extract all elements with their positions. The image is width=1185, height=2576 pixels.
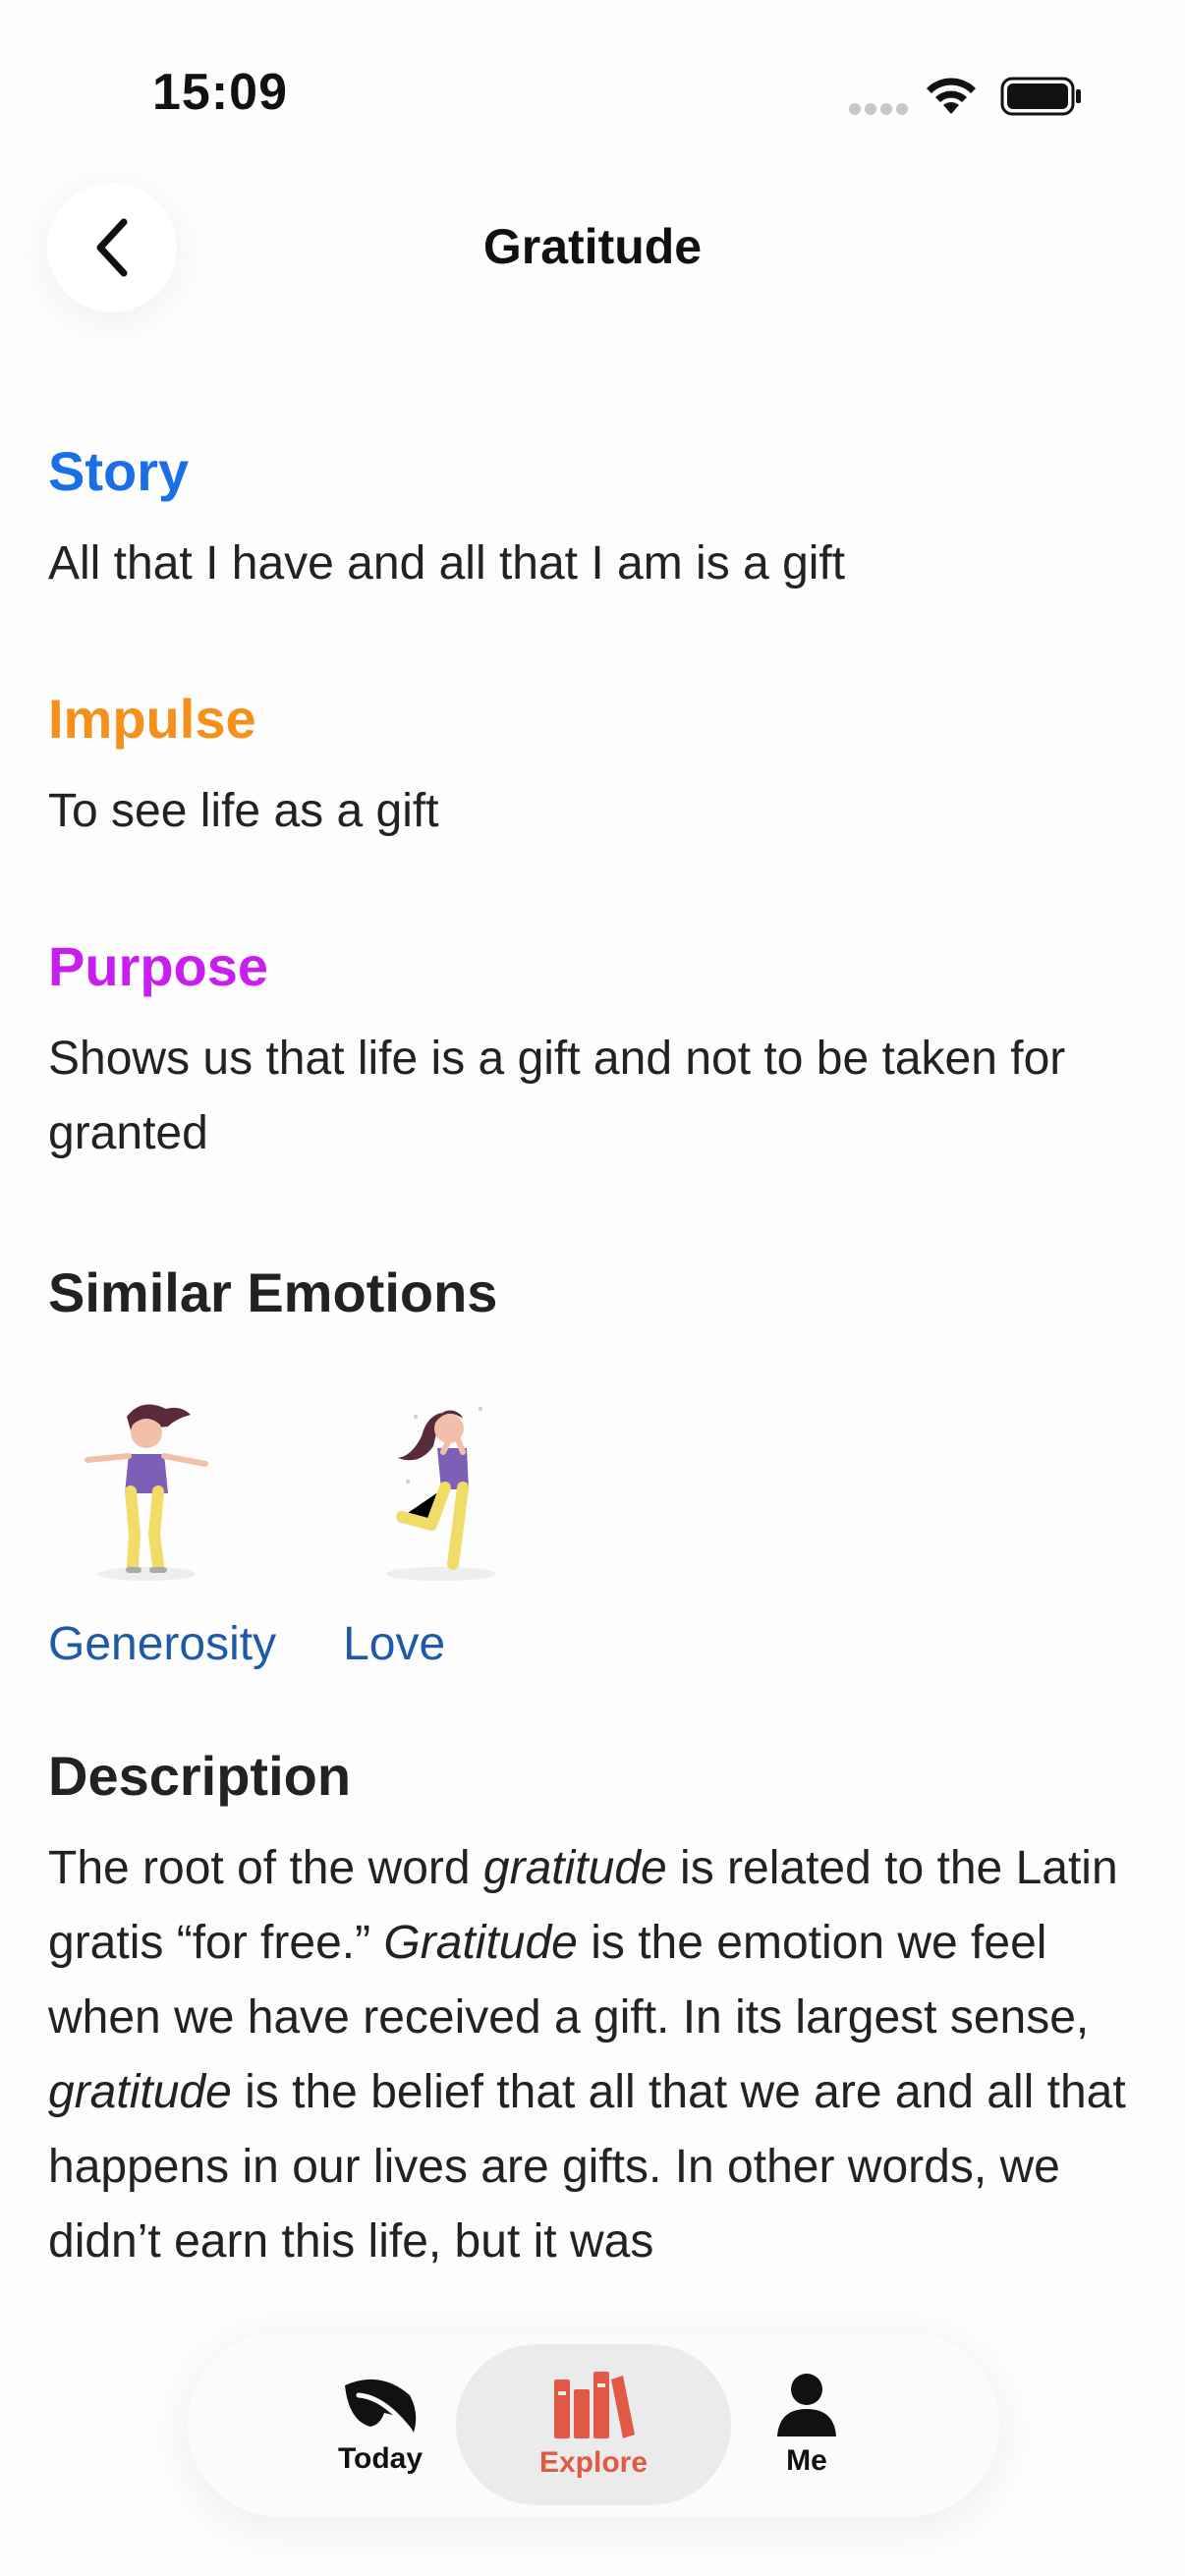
similar-emotion-label[interactable]: Love — [343, 1615, 445, 1674]
emotion-detail-content: Story All that I have and all that I am … — [48, 432, 1139, 2279]
wifi-icon — [927, 78, 976, 114]
tab-label: Explore — [538, 2446, 649, 2479]
similar-emotion-label[interactable]: Generosity — [48, 1615, 276, 1674]
story-text: All that I have and all that I am is a g… — [48, 537, 846, 589]
books-icon — [554, 2372, 635, 2438]
battery-icon — [1000, 77, 1081, 116]
page-title: Gratitude — [482, 219, 703, 274]
love-illustration — [386, 1407, 497, 1581]
status-time: 15:09 — [152, 64, 288, 121]
tab-label: Me — [786, 2444, 827, 2477]
description-fragment: The root of the word — [48, 1842, 483, 1894]
impulse-text: To see life as a gift — [48, 785, 439, 837]
status-bar: 15:09 — [0, 0, 1185, 196]
similar-emotions-list: Generosity Love — [48, 1387, 1139, 1674]
generosity-illustration — [85, 1404, 208, 1581]
similar-emotion-love[interactable]: Love — [343, 1387, 539, 1674]
impulse-heading: Impulse — [48, 688, 256, 750]
cellular-signal-icon — [849, 102, 912, 120]
person-icon — [777, 2374, 836, 2436]
tab-label: Today — [337, 2442, 423, 2475]
similar-emotions-heading: Similar Emotions — [48, 1261, 498, 1323]
purpose-heading: Purpose — [48, 935, 269, 997]
story-heading: Story — [48, 440, 190, 502]
description-heading: Description — [48, 1745, 352, 1807]
tab-me[interactable]: Me — [669, 2344, 944, 2505]
bottom-tab-bar: Today Explore Me — [188, 2332, 999, 2517]
purpose-text: Shows us that life is a gift and not to … — [48, 1033, 1066, 1159]
similar-emotion-generosity[interactable]: Generosity — [48, 1387, 276, 1674]
description-emphasis: Gratitude — [383, 1917, 578, 1969]
leaf-icon — [345, 2379, 417, 2434]
description-emphasis: gratitude — [48, 2066, 232, 2118]
description-text: The root of the word gratitude is relate… — [48, 1831, 1139, 2279]
description-emphasis: gratitude — [482, 1842, 667, 1894]
